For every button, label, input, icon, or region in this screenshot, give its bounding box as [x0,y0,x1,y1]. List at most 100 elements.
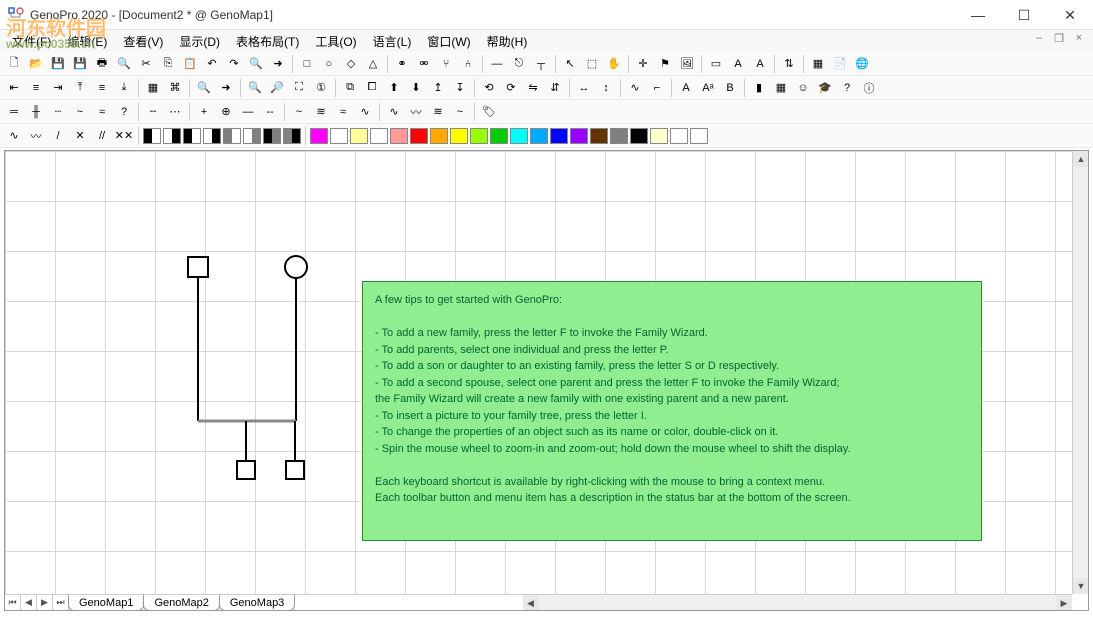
link-bend-icon[interactable]: ⌐ [647,78,667,98]
goto-icon[interactable]: ➜ [268,54,288,74]
color-swatch[interactable] [610,128,628,144]
line-cross[interactable]: ✕ [70,126,90,146]
print-preview-icon[interactable]: 🔍 [114,54,134,74]
unlink-icon[interactable]: ⎋ [509,54,529,74]
bold-icon[interactable]: B [720,78,740,98]
color-swatch[interactable] [650,128,668,144]
mdi-restore-button[interactable]: ❐ [1051,31,1067,45]
color-swatch[interactable] [330,128,348,144]
fill-pattern-swatch[interactable] [143,128,161,144]
mdi-close-button[interactable]: × [1071,31,1087,45]
font-icon[interactable]: A [676,78,696,98]
menu-item[interactable]: 窗口(W) [419,31,478,52]
autolayout-icon[interactable]: ⇅ [779,54,799,74]
color-swatch[interactable] [390,128,408,144]
tab-nav-first-icon[interactable]: ⏮ [5,595,21,611]
hat-icon[interactable]: 🎓 [815,78,835,98]
fill-pattern-swatch[interactable] [223,128,241,144]
color-swatch[interactable] [490,128,508,144]
color-swatch[interactable] [530,128,548,144]
pet-icon[interactable]: △ [363,54,383,74]
print-icon[interactable]: 🖶 [92,54,112,74]
emotion4-icon[interactable]: ∿ [355,102,375,122]
sheet-tab[interactable]: GenoMap2 [143,595,219,611]
line-double-slash[interactable]: // [92,126,112,146]
emotion2-icon[interactable]: ≋ [311,102,331,122]
new-icon[interactable]: 🗋 [4,54,24,74]
tab-nav-prev-icon[interactable]: ◀ [21,595,37,611]
find-icon[interactable]: 🔍 [194,78,214,98]
back-icon[interactable]: ⬇ [406,78,426,98]
select-icon[interactable]: ⬚ [582,54,602,74]
save-all-icon[interactable]: 💾 [70,54,90,74]
scroll-right-icon[interactable]: ▶ [1056,595,1072,611]
emotion3-icon[interactable]: ≈ [333,102,353,122]
picture-icon[interactable]: 🖼 [677,54,697,74]
group-icon[interactable]: ⧉ [340,78,360,98]
align-middle-icon[interactable]: ≡ [92,78,112,98]
ungroup-icon[interactable]: ⧠ [362,78,382,98]
menu-item[interactable]: 编辑(E) [59,31,115,52]
rel-unknown-icon[interactable]: ? [114,102,134,122]
fill-pattern-swatch[interactable] [163,128,181,144]
horizontal-scrollbar[interactable]: ⏮ ◀ ▶ ⏭ GenoMap1GenoMap2GenoMap3 ◀ ▶ [5,594,1072,610]
maximize-button[interactable]: ☐ [1001,0,1047,30]
h-line-icon[interactable]: — [238,102,258,122]
tab-nav-next-icon[interactable]: ▶ [37,595,53,611]
find-icon[interactable]: 🔍 [246,54,266,74]
tab-nav-last-icon[interactable]: ⏭ [53,595,69,611]
close-button[interactable]: ✕ [1047,0,1093,30]
wave3-icon[interactable]: ≋ [428,102,448,122]
distribute-h-icon[interactable]: ↔ [574,78,594,98]
family-icon[interactable]: ⚭ [392,54,412,74]
individual-female[interactable] [285,256,307,278]
rect-label-icon[interactable]: ▭ [706,54,726,74]
grid-icon[interactable]: ▦ [143,78,163,98]
flip-h-icon[interactable]: ⇋ [523,78,543,98]
dot-style-icon[interactable]: ⋯ [165,102,185,122]
grid-toggle-icon[interactable]: ▦ [771,78,791,98]
send-backward-icon[interactable]: ↧ [450,78,470,98]
child-icon[interactable]: ⑂ [436,54,456,74]
color-swatch[interactable] [510,128,528,144]
line-slash[interactable]: / [48,126,68,146]
zoom-100-icon[interactable]: ① [311,78,331,98]
individual-male[interactable] [188,257,208,277]
female-icon[interactable]: ○ [319,54,339,74]
cut-icon[interactable]: ✂ [136,54,156,74]
individual-male[interactable] [237,461,255,479]
minimize-button[interactable]: — [955,0,1001,30]
male-icon[interactable]: □ [297,54,317,74]
menu-item[interactable]: 文件(F) [4,31,59,52]
color-swatch[interactable] [470,128,488,144]
menu-item[interactable]: 显示(D) [171,31,228,52]
font-size-icon[interactable]: Aᵃ [698,78,718,98]
scroll-up-icon[interactable]: ▲ [1073,151,1089,167]
canvas[interactable]: A few tips to get started with GenoPro: … [5,151,1072,594]
rotate-right-icon[interactable]: ⟳ [501,78,521,98]
zoom-in-icon[interactable]: 🔍 [245,78,265,98]
color-swatch[interactable] [370,128,388,144]
menu-item[interactable]: 语言(L) [365,31,420,52]
crosshair-icon[interactable]: ✛ [633,54,653,74]
align-center-icon[interactable]: ≡ [26,78,46,98]
link-style-icon[interactable]: ∿ [625,78,645,98]
tips-label[interactable]: A few tips to get started with GenoPro: … [362,281,982,541]
smiley-icon[interactable]: ☺ [793,78,813,98]
copy-icon[interactable]: ⎘ [158,54,178,74]
save-icon[interactable]: 💾 [48,54,68,74]
front-icon[interactable]: ⬆ [384,78,404,98]
vertical-scrollbar[interactable]: ▲ ▼ [1072,151,1088,594]
color-swatch[interactable] [590,128,608,144]
color-swatch[interactable] [450,128,468,144]
sheet-tab[interactable]: GenoMap1 [68,595,144,611]
color-swatch[interactable] [350,128,368,144]
bring-forward-icon[interactable]: ↥ [428,78,448,98]
mdi-minimize-button[interactable]: – [1031,31,1047,45]
distribute-v-icon[interactable]: ↕ [596,78,616,98]
rel-married-icon[interactable]: ═ [4,102,24,122]
rel-separated-icon[interactable]: ┄ [48,102,68,122]
line-wave1[interactable]: ∿ [4,126,24,146]
info-icon[interactable]: ⓘ [859,78,879,98]
color-swatch[interactable] [430,128,448,144]
